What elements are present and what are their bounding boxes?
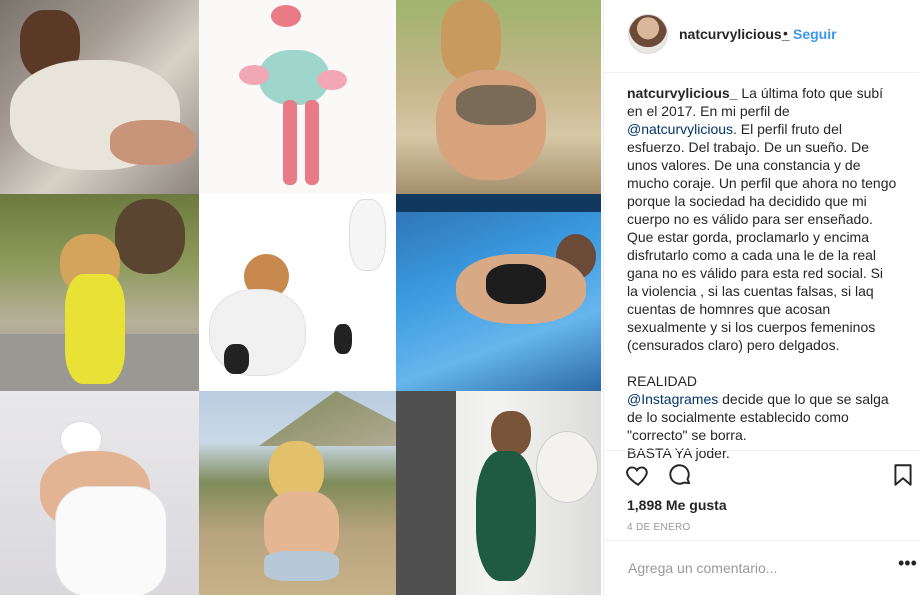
instagram-post: natcurvylicious_ • Seguir natcurvyliciou… bbox=[0, 0, 919, 595]
collage-photo-9 bbox=[396, 391, 601, 595]
likes-count[interactable]: 1,898 Me gusta bbox=[627, 497, 727, 513]
photo-collage[interactable] bbox=[0, 0, 603, 595]
caption-text-2: . El perfil fruto del esfuerzo. Del trab… bbox=[627, 121, 897, 389]
avatar[interactable] bbox=[628, 14, 668, 54]
collage-photo-3 bbox=[396, 0, 601, 194]
follow-button[interactable]: Seguir bbox=[793, 26, 837, 42]
comment-box: ••• bbox=[604, 540, 919, 596]
post-date: 4 de enero bbox=[627, 522, 691, 533]
heart-icon[interactable] bbox=[625, 462, 651, 488]
post-header: natcurvylicious_ • Seguir bbox=[604, 0, 919, 73]
more-options-icon[interactable]: ••• bbox=[898, 553, 917, 574]
collage-photo-8 bbox=[199, 391, 396, 595]
collage-photo-5 bbox=[199, 194, 396, 391]
collage-photo-7 bbox=[0, 391, 199, 595]
actions-divider bbox=[604, 450, 919, 452]
header-username[interactable]: natcurvylicious_ bbox=[679, 26, 790, 42]
bookmark-icon[interactable] bbox=[890, 462, 916, 488]
collage-photo-6 bbox=[396, 194, 601, 391]
comment-input[interactable] bbox=[626, 559, 880, 577]
comment-icon[interactable] bbox=[667, 462, 693, 488]
caption-mention-instagrames[interactable]: @Instagrames bbox=[627, 391, 718, 407]
post-caption: natcurvylicious_ La última foto que subí… bbox=[627, 84, 897, 462]
caption-mention-natcurvylicious[interactable]: @natcurvylicious bbox=[627, 121, 733, 137]
caption-username[interactable]: natcurvylicious_ bbox=[627, 85, 738, 101]
separator-dot: • bbox=[783, 25, 788, 41]
collage-photo-4 bbox=[0, 194, 199, 391]
collage-photo-2 bbox=[199, 0, 396, 194]
post-sidebar: natcurvylicious_ • Seguir natcurvyliciou… bbox=[603, 0, 919, 595]
collage-photo-1 bbox=[0, 0, 199, 194]
